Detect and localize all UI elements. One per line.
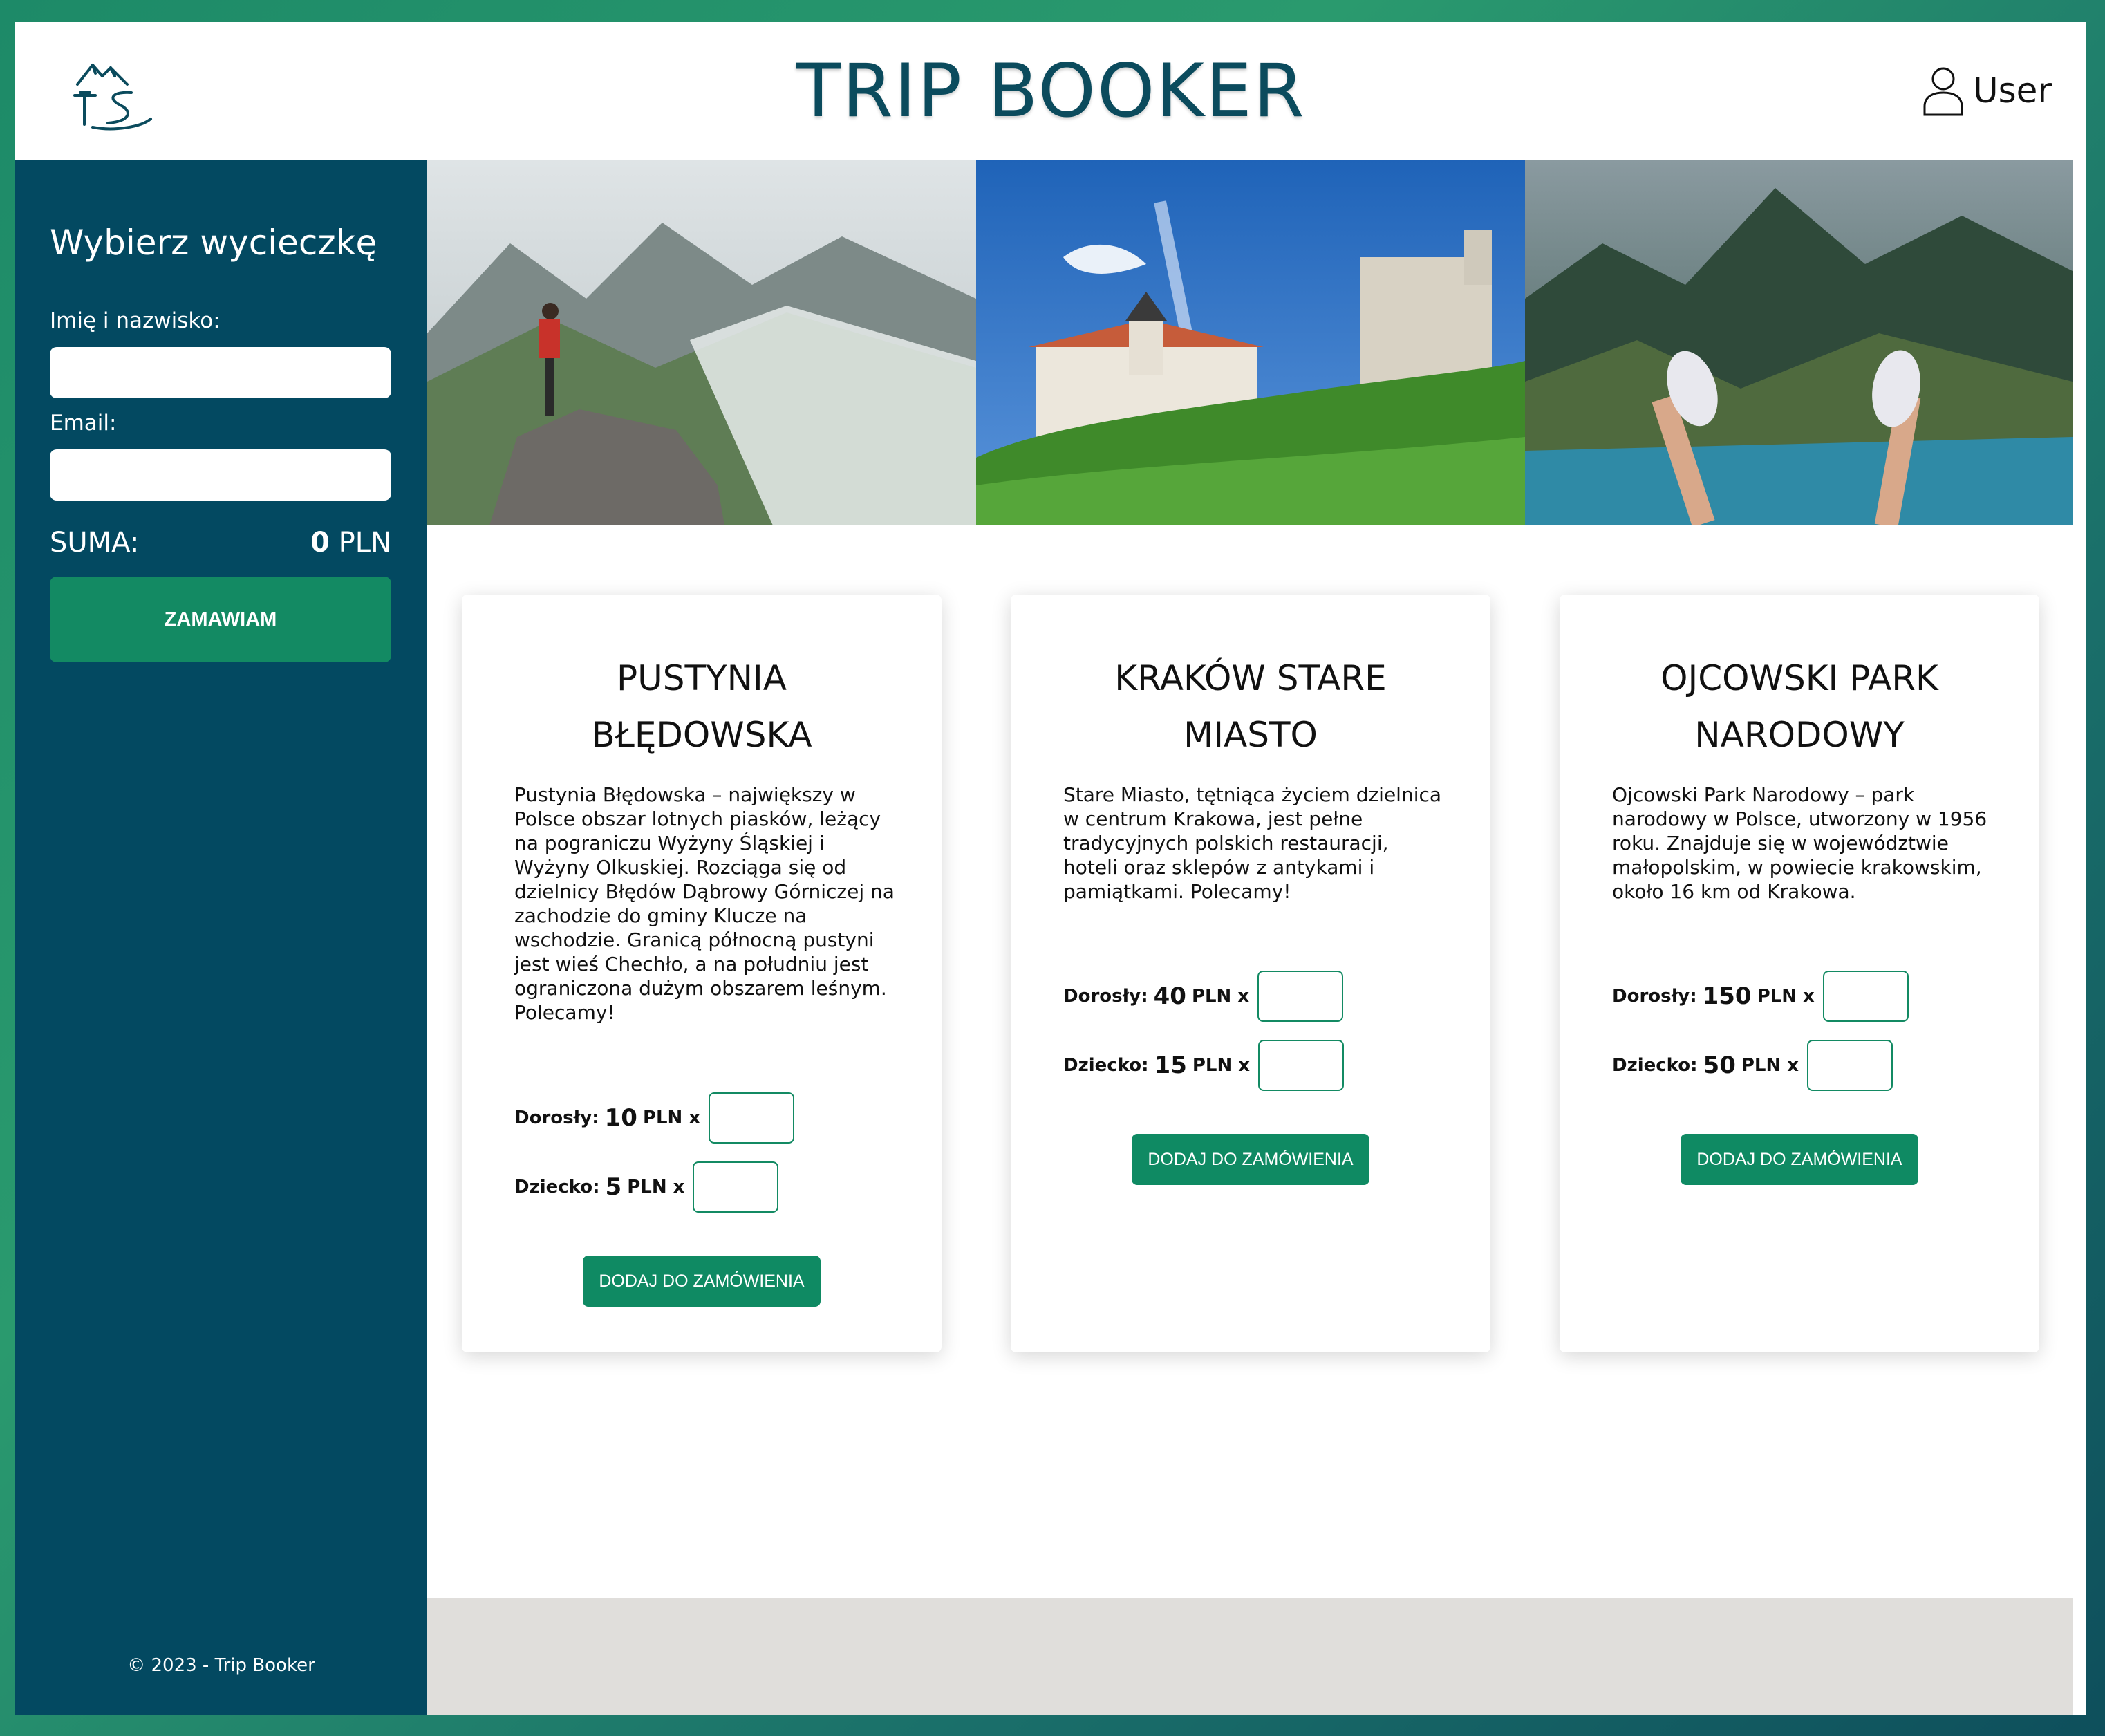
adult-price-row: Dorosły: 150 PLN x — [1612, 971, 1909, 1022]
adult-price: 10 — [604, 1104, 637, 1132]
add-to-order-button[interactable]: DODAJ DO ZAMÓWIENIA — [1681, 1134, 1918, 1185]
trip-description: Stare Miasto, tętniąca życiem dzielnica … — [1063, 783, 1442, 903]
trip-card-1: PUSTYNIA BŁĘDOWSKA Pustynia Błędowska – … — [462, 595, 942, 1352]
child-price-row: Dziecko: 15 PLN x — [1063, 1040, 1345, 1091]
trip-description: Ojcowski Park Narodowy – park narodowy w… — [1612, 783, 1987, 903]
adult-unit: PLN x — [1191, 986, 1250, 1007]
adult-quantity-input[interactable] — [709, 1092, 795, 1144]
app-frame: TRIP BOOKER User Wybierz wycieczkę Imię … — [15, 22, 2086, 1715]
hero-image-castle — [976, 160, 1525, 525]
user-label: User — [1973, 71, 2052, 111]
child-quantity-input[interactable] — [1258, 1040, 1345, 1091]
child-price: 50 — [1703, 1052, 1736, 1079]
child-label: Dziecko: — [1063, 1055, 1149, 1076]
child-price: 15 — [1154, 1052, 1187, 1079]
child-label: Dziecko: — [514, 1177, 600, 1197]
adult-price-row: Dorosły: 40 PLN x — [1063, 971, 1344, 1022]
add-to-order-button[interactable]: DODAJ DO ZAMÓWIENIA — [1132, 1134, 1369, 1185]
booking-sidebar: Wybierz wycieczkę Imię i nazwisko: Email… — [15, 160, 427, 1715]
child-unit: PLN x — [627, 1177, 685, 1197]
hero-image-cliffs — [1525, 160, 2073, 525]
sum-row: SUMA: 0 PLN — [50, 527, 391, 559]
child-price: 5 — [605, 1173, 622, 1201]
trip-title-line2: MIASTO — [1184, 715, 1318, 755]
child-unit: PLN x — [1192, 1055, 1251, 1076]
trip-title-line2: NARODOWY — [1694, 715, 1905, 755]
sum-currency: PLN — [338, 527, 391, 559]
adult-quantity-input[interactable] — [1822, 971, 1909, 1022]
adult-label: Dorosły: — [514, 1108, 599, 1128]
adult-unit: PLN x — [1757, 986, 1815, 1007]
adult-label: Dorosły: — [1063, 986, 1148, 1007]
copyright-text: © 2023 - Trip Booker — [127, 1655, 315, 1676]
child-quantity-input[interactable] — [693, 1161, 779, 1213]
add-to-order-button[interactable]: DODAJ DO ZAMÓWIENIA — [583, 1256, 821, 1307]
trip-card-title: PUSTYNIA BŁĘDOWSKA — [489, 650, 914, 763]
name-label: Imię i nazwisko: — [50, 308, 221, 333]
hero-image-mountains — [427, 160, 976, 525]
adult-label: Dorosły: — [1612, 986, 1697, 1007]
trip-title-line1: KRAKÓW STARE — [1114, 658, 1387, 698]
sum-value: 0 — [310, 527, 330, 559]
trip-description: Pustynia Błędowska – największy w Polsce… — [514, 783, 895, 1024]
adult-unit: PLN x — [642, 1108, 701, 1128]
hero-image-strip — [427, 160, 2073, 525]
name-input[interactable] — [50, 347, 391, 398]
child-price-row: Dziecko: 50 PLN x — [1612, 1040, 1893, 1091]
user-outline-icon — [1923, 67, 1963, 116]
child-price-row: Dziecko: 5 PLN x — [514, 1161, 779, 1213]
child-quantity-input[interactable] — [1807, 1040, 1893, 1091]
page-footer-bar — [427, 1598, 2073, 1715]
child-label: Dziecko: — [1612, 1055, 1698, 1076]
adult-price: 40 — [1153, 982, 1186, 1010]
child-unit: PLN x — [1741, 1055, 1799, 1076]
trip-card-title: KRAKÓW STARE MIASTO — [1038, 650, 1463, 763]
app-brand-title: TRIP BOOKER — [796, 48, 1306, 133]
adult-quantity-input[interactable] — [1257, 971, 1344, 1022]
adult-price-row: Dorosły: 10 PLN x — [514, 1092, 795, 1144]
email-input[interactable] — [50, 449, 391, 501]
sum-label: SUMA: — [50, 527, 140, 559]
adult-price: 150 — [1702, 982, 1752, 1010]
top-header: TRIP BOOKER User — [15, 22, 2086, 160]
sidebar-title: Wybierz wycieczkę — [50, 223, 377, 263]
order-button[interactable]: ZAMAWIAM — [50, 577, 391, 662]
sum-value-group: 0 PLN — [310, 527, 391, 559]
trip-card-3: OJCOWSKI PARK NARODOWY Ojcowski Park Nar… — [1560, 595, 2039, 1352]
trip-title-line1: PUSTYNIA — [617, 658, 787, 698]
email-label: Email: — [50, 411, 117, 436]
user-menu[interactable]: User — [1922, 65, 2052, 116]
trip-card-2: KRAKÓW STARE MIASTO Stare Miasto, tętnią… — [1011, 595, 1490, 1352]
trip-title-line2: BŁĘDOWSKA — [591, 715, 812, 755]
trip-card-title: OJCOWSKI PARK NARODOWY — [1587, 650, 2012, 763]
trip-title-line1: OJCOWSKI PARK — [1660, 658, 1938, 698]
